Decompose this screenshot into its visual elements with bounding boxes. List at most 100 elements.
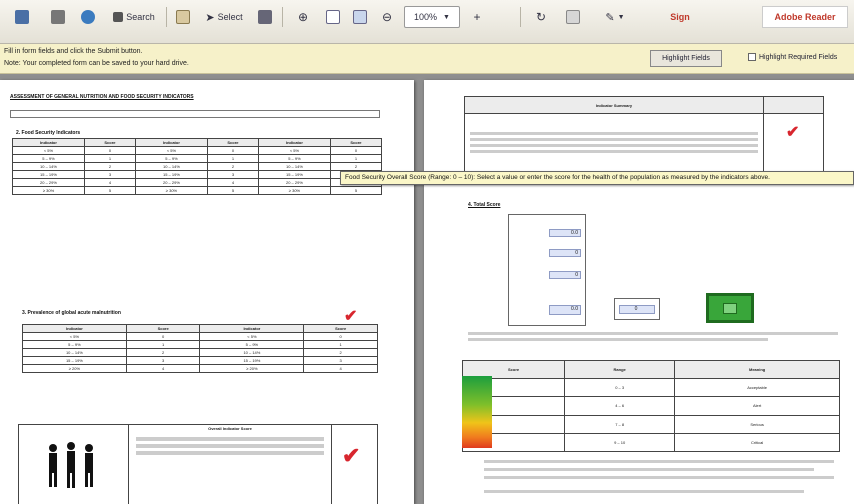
score-calculation-box: 0.0 0 0 0.0 <box>508 214 586 326</box>
zoom-out-icon: ⊖ <box>381 10 393 24</box>
table-cell: 3 <box>206 170 259 179</box>
column-header: Meaning <box>674 359 840 380</box>
column-header: Indicator <box>257 138 331 147</box>
actual-size-button[interactable] <box>348 6 372 28</box>
hand-icon <box>176 10 190 24</box>
zoom-in-button[interactable]: ⊕ <box>288 6 318 28</box>
assessment-name-field[interactable] <box>10 110 380 118</box>
table-cell: < 5% <box>12 146 85 155</box>
select-tool-button[interactable]: ➤ Select <box>198 6 250 28</box>
multiplier-field[interactable]: 0 <box>619 305 655 314</box>
table-cell: 0 <box>125 332 201 341</box>
table-cell: 5 – 9% <box>12 154 85 163</box>
table-row: 9 – 10 Critical <box>461 432 840 453</box>
email-icon <box>81 10 95 24</box>
table-row: 15 – 19% 3 15 – 19% 3 <box>22 356 378 365</box>
check-icon: ✔ <box>344 308 358 325</box>
highlight-fields-button[interactable]: Highlight Fields <box>650 50 722 67</box>
column-header: Range <box>564 359 676 380</box>
malnutrition-table: Indicator Score Indicator Score < 5% 0 < 5% 0 5… <box>22 324 378 373</box>
table-cell: < 5% <box>134 146 208 155</box>
form-message-bar: Fill in form fields and click the Submit… <box>0 44 854 74</box>
chevron-down-icon: ▼ <box>617 13 625 21</box>
result-indicator-inner <box>723 303 737 314</box>
table-cell: Acceptable <box>674 378 840 398</box>
table-cell: 0 <box>329 146 383 155</box>
comment-button[interactable]: ✎ ▼ <box>590 6 640 28</box>
sign-button[interactable]: Sign <box>660 6 700 28</box>
table-cell: 5 <box>83 186 136 195</box>
table-cell: 3 <box>83 170 136 179</box>
highlight-required-checkbox[interactable]: Highlight Required Fields <box>748 53 837 61</box>
cursor-icon: ➤ <box>205 11 215 24</box>
table-row: 4 – 6 Alert <box>461 396 840 416</box>
indicator-summary-table: Indicator Summary ✔ <box>464 96 824 172</box>
table-cell: ≥ 20% <box>22 364 127 373</box>
check-icon: ✔ <box>786 124 800 141</box>
hand-tool-button[interactable] <box>172 6 194 28</box>
multiplier-box: 0 <box>614 298 660 320</box>
column-header: Score <box>125 324 201 333</box>
table-cell: Critical <box>674 432 840 453</box>
table-cell: 15 – 19% <box>12 170 85 179</box>
zoom-select[interactable]: 100% ▼ <box>404 6 460 28</box>
table-cell: 2 <box>303 348 378 357</box>
table-cell: 5 – 9% <box>257 154 331 163</box>
search-label: Search <box>126 12 155 22</box>
page-title: ASSESSMENT OF GENERAL NUTRITION AND FOOD… <box>10 94 194 100</box>
table-cell: ≥ 30% <box>12 186 85 195</box>
score-field-3[interactable]: 0 <box>549 271 581 279</box>
table-cell: 1 <box>206 154 259 163</box>
section-4-heading: 4. Total Score <box>468 202 501 208</box>
pages-icon <box>566 10 580 24</box>
table-cell: 2 <box>125 348 201 357</box>
zoom-in-small-button[interactable]: + <box>466 6 488 28</box>
snapshot-button[interactable] <box>254 6 276 28</box>
fit-page-button[interactable] <box>322 6 344 28</box>
select-label: Select <box>217 12 243 22</box>
table-body: < 5% 0 < 5% 0 5 – 9% 1 5 – 9% 1 10 – 14% 2 10 – 14… <box>22 332 378 373</box>
overall-score-header: Overall Indicator Score <box>208 426 252 431</box>
section-3-heading: 3. Prevalence of global acute malnutriti… <box>22 310 121 316</box>
table-body: < 5% 0 < 5% 0 < 5% 0 5 – 9% 1 5 – 9% 1 5 – 9% 1 10 –… <box>12 146 383 195</box>
table-cell: 0 – 3 <box>564 378 676 398</box>
table-row: 5 – 9% 1 5 – 9% 1 <box>22 340 378 349</box>
table-cell: Alert <box>674 396 840 416</box>
search-button[interactable]: Search <box>108 6 160 28</box>
table-cell: 4 <box>303 364 378 373</box>
score-field-1[interactable]: 0.0 <box>549 229 581 237</box>
search-icon <box>113 12 124 22</box>
save-button[interactable] <box>4 6 40 28</box>
table-cell: 5 <box>329 186 383 195</box>
table-cell: 15 – 19% <box>257 170 331 179</box>
table-cell: 2 <box>206 162 259 171</box>
result-indicator-box <box>706 293 754 323</box>
score-field-total[interactable]: 0.0 <box>549 305 581 315</box>
form-message-line-1: Fill in form fields and click the Submit… <box>4 48 143 55</box>
column-header: Score <box>303 324 378 333</box>
score-field-2[interactable]: 0 <box>549 249 581 257</box>
toolbar-separator <box>166 7 167 27</box>
table-cell: 0 <box>83 146 136 155</box>
table-cell: 10 – 14% <box>257 162 331 171</box>
zoom-out-button[interactable]: ⊖ <box>376 6 398 28</box>
column-header: Indicator <box>199 324 305 333</box>
table-cell: 5 – 9% <box>199 340 305 349</box>
table-cell: < 5% <box>257 146 331 155</box>
table-cell: 1 <box>303 340 378 349</box>
email-button[interactable] <box>76 6 100 28</box>
table-cell: 4 <box>83 178 136 187</box>
table-cell: 15 – 19% <box>199 356 305 365</box>
pages-button[interactable] <box>560 6 586 28</box>
table-cell: < 5% <box>22 332 127 341</box>
field-tooltip: Food Security Overall Score (Range: 0 – … <box>340 171 854 185</box>
table-row: 15 – 19%315 – 19%315 – 19%3 <box>12 170 383 179</box>
table-row: 10 – 14% 2 10 – 14% 2 10 – 14% 2 <box>12 162 383 171</box>
document-page-left: ASSESSMENT OF GENERAL NUTRITION AND FOOD… <box>0 80 414 504</box>
table-cell: ≥ 20% <box>199 364 305 373</box>
table-cell: 15 – 19% <box>22 356 127 365</box>
column-header: Indicator <box>134 138 208 147</box>
rotate-button[interactable]: ↻ <box>528 6 554 28</box>
table-row: 5 – 9% 1 5 – 9% 1 5 – 9% 1 <box>12 154 383 163</box>
print-button[interactable] <box>46 6 70 28</box>
